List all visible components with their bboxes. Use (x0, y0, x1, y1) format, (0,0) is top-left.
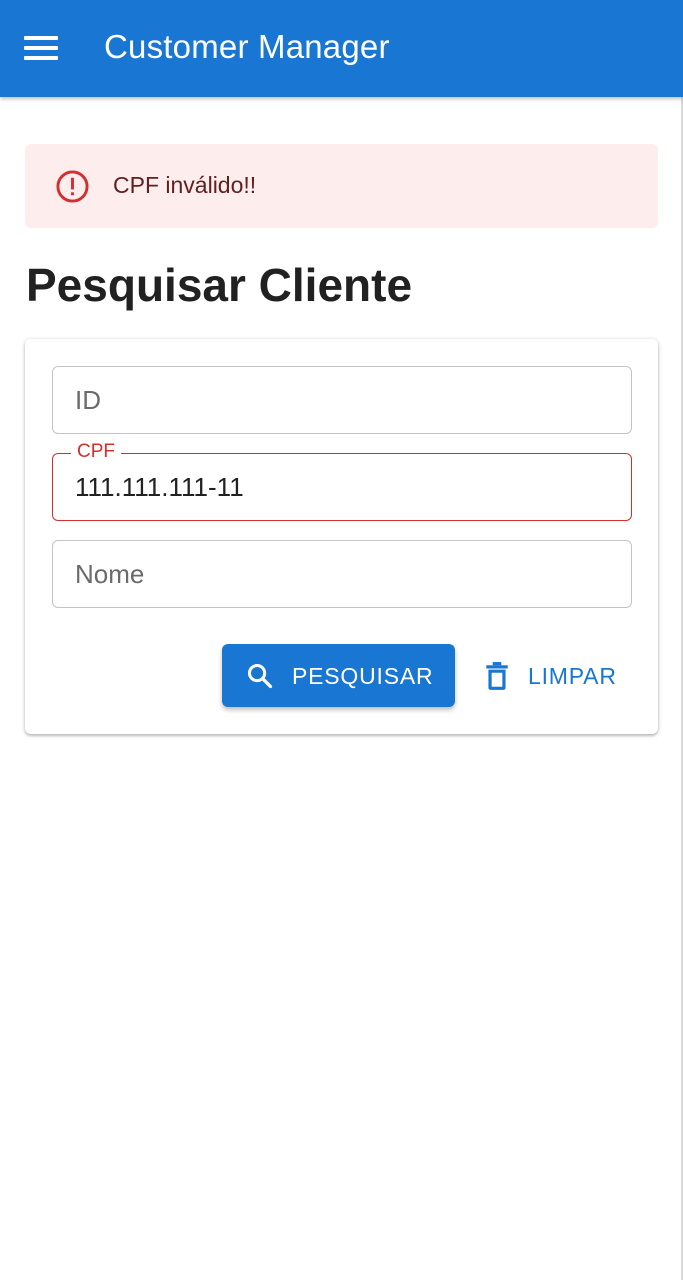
page-title: Pesquisar Cliente (26, 259, 413, 311)
app-title: Customer Manager (104, 28, 390, 65)
alert-message: CPF inválido!! (113, 172, 257, 198)
id-input[interactable] (53, 367, 631, 433)
menu-icon[interactable] (24, 36, 58, 62)
name-field[interactable] (52, 540, 632, 608)
search-button-label: PESQUISAR (292, 663, 434, 689)
search-icon (247, 663, 273, 689)
page: Customer Manager CPF inválido!! Pesquisa… (0, 0, 683, 1280)
name-input[interactable] (53, 541, 631, 607)
cpf-input[interactable] (53, 454, 631, 520)
cpf-field[interactable]: CPF (52, 441, 632, 521)
clear-button[interactable]: LIMPAR (474, 644, 634, 707)
id-field[interactable] (52, 366, 632, 434)
trash-icon (486, 662, 508, 690)
app-bar: Customer Manager (0, 0, 683, 97)
error-outline-icon (56, 170, 89, 203)
search-button[interactable]: PESQUISAR (222, 644, 455, 707)
clear-button-label: LIMPAR (528, 663, 617, 689)
